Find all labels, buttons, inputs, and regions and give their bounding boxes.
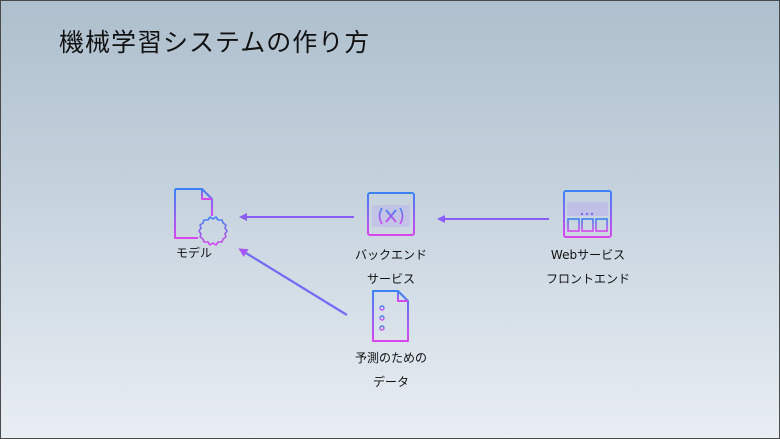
data-label-line1: 予測のための bbox=[354, 351, 427, 365]
frontend-web-window-icon bbox=[563, 190, 612, 238]
data-document-icon bbox=[372, 290, 409, 342]
data-label: 予測のための データ bbox=[331, 346, 451, 394]
backend-label-line1: バックエンド bbox=[354, 248, 427, 262]
arrow-data-to-model bbox=[238, 248, 348, 316]
frontend-label-line1: Webサービス bbox=[550, 248, 626, 262]
slide: 機械学習システムの作り方 モデル バックエンド サービス Webサービス フロン… bbox=[0, 0, 780, 439]
backend-service-window-icon bbox=[367, 192, 415, 236]
backend-label-line2: サービス bbox=[366, 272, 415, 286]
frontend-label: Webサービス フロントエンド bbox=[529, 243, 647, 291]
frontend-label-line2: フロントエンド bbox=[545, 272, 630, 286]
model-document-icon bbox=[174, 188, 228, 246]
model-label: モデル bbox=[163, 241, 225, 265]
data-label-line2: データ bbox=[372, 375, 409, 389]
backend-label: バックエンド サービス bbox=[336, 243, 446, 291]
model-label-text: モデル bbox=[175, 246, 212, 260]
